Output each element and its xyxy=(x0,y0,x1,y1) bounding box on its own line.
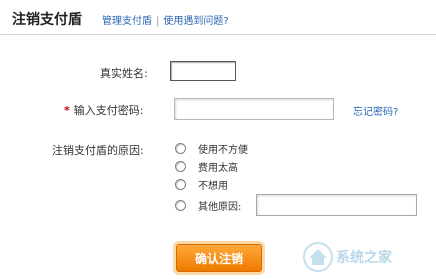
radio-button[interactable] xyxy=(175,178,186,190)
reason-option-cost[interactable]: 费用太高 xyxy=(175,158,238,174)
password-label: 输入支付密码: xyxy=(73,104,144,117)
reason-option-other[interactable]: 其他原因: xyxy=(175,197,241,213)
header-links: 管理支付盾 | 使用遇到问题? xyxy=(102,12,229,27)
manage-shield-link[interactable]: 管理支付盾 xyxy=(102,16,152,27)
link-separator: | xyxy=(156,16,160,27)
forgot-password-link[interactable]: 忘记密码? xyxy=(353,103,398,118)
page-header: 注销支付盾 管理支付盾 | 使用遇到问题? xyxy=(0,0,436,35)
house-logo-icon xyxy=(303,242,333,272)
site-watermark: 系统之家 xyxy=(300,238,432,276)
real-name-label: 真实姓名: xyxy=(100,67,148,80)
radio-button[interactable] xyxy=(175,160,186,172)
required-mark: * xyxy=(64,104,70,117)
payment-password-input[interactable] xyxy=(174,98,334,120)
page-title: 注销支付盾 xyxy=(12,12,82,28)
radio-button[interactable] xyxy=(175,199,186,211)
reason-option-inconvenient[interactable]: 使用不方便 xyxy=(175,140,248,156)
reason-option-label: 使用不方便 xyxy=(198,144,248,156)
reason-option-label: 费用太高 xyxy=(198,162,238,174)
other-reason-input[interactable] xyxy=(256,194,417,216)
help-link[interactable]: 使用遇到问题? xyxy=(163,16,228,27)
reason-option-label: 不想用 xyxy=(198,180,228,192)
password-label-group: * 输入支付密码: xyxy=(64,102,143,118)
real-name-value-box xyxy=(170,61,236,81)
radio-button[interactable] xyxy=(175,142,186,154)
confirm-cancel-button[interactable]: 确认注销 xyxy=(176,244,262,272)
watermark-text: 系统之家 xyxy=(336,250,392,266)
reason-option-not-wanted[interactable]: 不想用 xyxy=(175,176,228,192)
reason-label: 注销支付盾的原因: xyxy=(52,144,144,157)
reason-option-label: 其他原因: xyxy=(198,201,242,213)
